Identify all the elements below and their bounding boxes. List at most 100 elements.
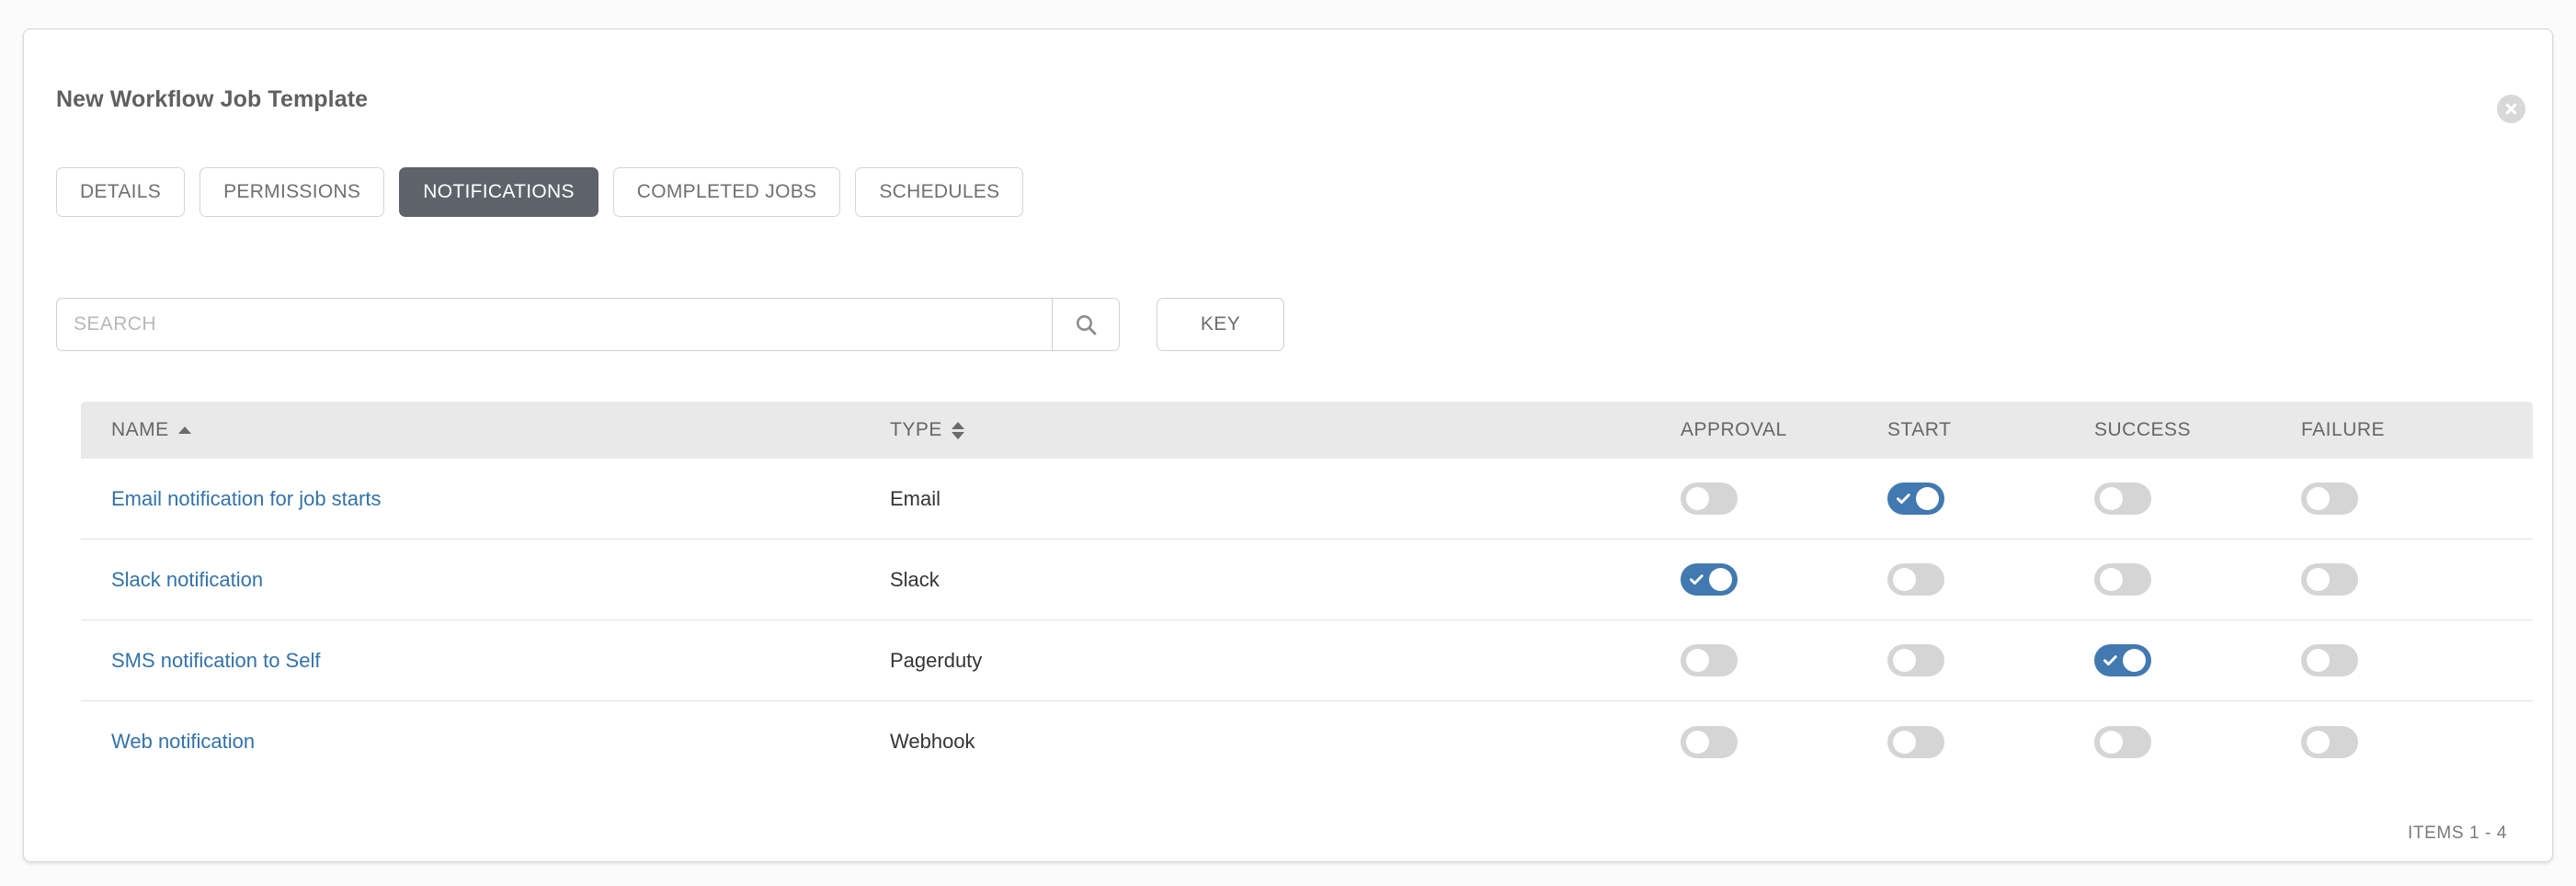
- row-start-cell: [1887, 563, 2094, 596]
- toggle-knob: [1893, 568, 1916, 591]
- toggle-knob: [1686, 649, 1709, 672]
- row-approval-cell: [1681, 726, 1887, 758]
- toggle-knob: [1686, 487, 1709, 510]
- toggle-knob: [1686, 731, 1709, 754]
- row-approval-cell: [1681, 563, 1887, 596]
- approval-toggle[interactable]: [1681, 483, 1738, 515]
- new-workflow-job-template-card: New Workflow Job Template DETAILS PERMIS…: [23, 28, 2553, 862]
- column-header-type[interactable]: TYPE: [890, 419, 1681, 441]
- approval-toggle[interactable]: [1681, 726, 1738, 758]
- row-failure-cell: [2301, 644, 2508, 676]
- toggle-knob: [1709, 568, 1732, 591]
- column-header-failure-cell: FAILURE: [2301, 419, 2508, 441]
- table-row: Slack notification Slack: [81, 540, 2533, 620]
- notification-type-label: Pagerduty: [890, 649, 982, 672]
- search-input[interactable]: [57, 299, 1052, 350]
- notification-type-label: Webhook: [890, 730, 975, 753]
- toggle-knob: [2307, 487, 2330, 510]
- row-success-cell: [2094, 483, 2301, 515]
- row-success-cell: [2094, 726, 2301, 758]
- row-type-cell: Pagerduty: [890, 649, 1681, 673]
- toggle-knob: [2307, 568, 2330, 591]
- failure-toggle[interactable]: [2301, 483, 2358, 515]
- table-row: Web notification Webhook: [81, 701, 2533, 782]
- toggle-knob: [2100, 487, 2123, 510]
- failure-toggle[interactable]: [2301, 563, 2358, 596]
- toggle-knob: [1916, 487, 1939, 510]
- key-button[interactable]: KEY: [1157, 298, 1284, 351]
- toggle-knob: [2100, 568, 2123, 591]
- row-approval-cell: [1681, 483, 1887, 515]
- tab-details[interactable]: DETAILS: [56, 167, 185, 217]
- sort-unsorted-icon: [952, 422, 964, 439]
- failure-toggle[interactable]: [2301, 726, 2358, 758]
- notification-name-link[interactable]: SMS notification to Self: [111, 649, 320, 672]
- toolbar: KEY: [56, 298, 1284, 351]
- table-body: Email notification for job starts Email: [81, 459, 2533, 782]
- row-type-cell: Email: [890, 487, 1681, 511]
- row-start-cell: [1887, 644, 2094, 676]
- row-start-cell: [1887, 726, 2094, 758]
- tab-notifications[interactable]: NOTIFICATIONS: [399, 167, 598, 217]
- toggle-knob: [2307, 731, 2330, 754]
- row-success-cell: [2094, 644, 2301, 676]
- column-header-approval-cell: APPROVAL: [1681, 419, 1887, 441]
- approval-toggle[interactable]: [1681, 563, 1738, 596]
- column-header-name[interactable]: NAME: [111, 419, 890, 441]
- toggle-knob: [1893, 731, 1916, 754]
- page-title: New Workflow Job Template: [56, 86, 368, 113]
- row-name-cell: SMS notification to Self: [81, 649, 890, 673]
- close-icon[interactable]: [2497, 95, 2525, 123]
- row-name-cell: Web notification: [81, 730, 890, 754]
- row-failure-cell: [2301, 483, 2508, 515]
- notification-name-link[interactable]: Email notification for job starts: [111, 487, 381, 510]
- search-box: [56, 298, 1120, 351]
- check-icon: [1896, 491, 1911, 506]
- column-header-type-cell: TYPE: [890, 419, 1681, 441]
- success-toggle[interactable]: [2094, 644, 2151, 676]
- items-count-label: ITEMS 1 - 4: [2408, 824, 2507, 844]
- start-toggle[interactable]: [1887, 563, 1944, 596]
- table-row: SMS notification to Self Pagerduty: [81, 620, 2533, 701]
- table-header-row: NAME TYPE APPROVAL STA: [81, 402, 2533, 459]
- column-header-success-cell: SUCCESS: [2094, 419, 2301, 441]
- row-failure-cell: [2301, 563, 2508, 596]
- success-toggle[interactable]: [2094, 483, 2151, 515]
- tab-schedules[interactable]: SCHEDULES: [855, 167, 1023, 217]
- search-icon[interactable]: [1052, 299, 1119, 350]
- column-header-name-label: NAME: [111, 419, 169, 441]
- failure-toggle[interactable]: [2301, 644, 2358, 676]
- tab-permissions[interactable]: PERMISSIONS: [199, 167, 384, 217]
- start-toggle[interactable]: [1887, 644, 1944, 676]
- check-icon: [2103, 653, 2118, 668]
- start-toggle[interactable]: [1887, 483, 1944, 515]
- tab-completed-jobs[interactable]: COMPLETED JOBS: [613, 167, 841, 217]
- start-toggle[interactable]: [1887, 726, 1944, 758]
- toggle-knob: [2307, 649, 2330, 672]
- toggle-knob: [2123, 649, 2146, 672]
- column-header-start-cell: START: [1887, 419, 2094, 441]
- check-icon: [1689, 572, 1704, 587]
- column-header-start: START: [1887, 419, 1951, 441]
- notifications-table: NAME TYPE APPROVAL STA: [81, 402, 2533, 782]
- approval-toggle[interactable]: [1681, 644, 1738, 676]
- sort-ascending-icon: [178, 426, 191, 434]
- row-start-cell: [1887, 483, 2094, 515]
- toggle-knob: [1893, 649, 1916, 672]
- tab-bar: DETAILS PERMISSIONS NOTIFICATIONS COMPLE…: [56, 167, 1023, 217]
- notification-type-label: Email: [890, 487, 940, 510]
- toggle-knob: [2100, 731, 2123, 754]
- row-type-cell: Webhook: [890, 730, 1681, 754]
- row-type-cell: Slack: [890, 568, 1681, 592]
- notification-name-link[interactable]: Slack notification: [111, 568, 263, 591]
- row-approval-cell: [1681, 644, 1887, 676]
- notification-name-link[interactable]: Web notification: [111, 730, 255, 753]
- success-toggle[interactable]: [2094, 726, 2151, 758]
- column-header-success: SUCCESS: [2094, 419, 2191, 441]
- success-toggle[interactable]: [2094, 563, 2151, 596]
- row-failure-cell: [2301, 726, 2508, 758]
- row-name-cell: Slack notification: [81, 568, 890, 592]
- column-header-approval: APPROVAL: [1681, 419, 1787, 441]
- row-success-cell: [2094, 563, 2301, 596]
- row-name-cell: Email notification for job starts: [81, 487, 890, 511]
